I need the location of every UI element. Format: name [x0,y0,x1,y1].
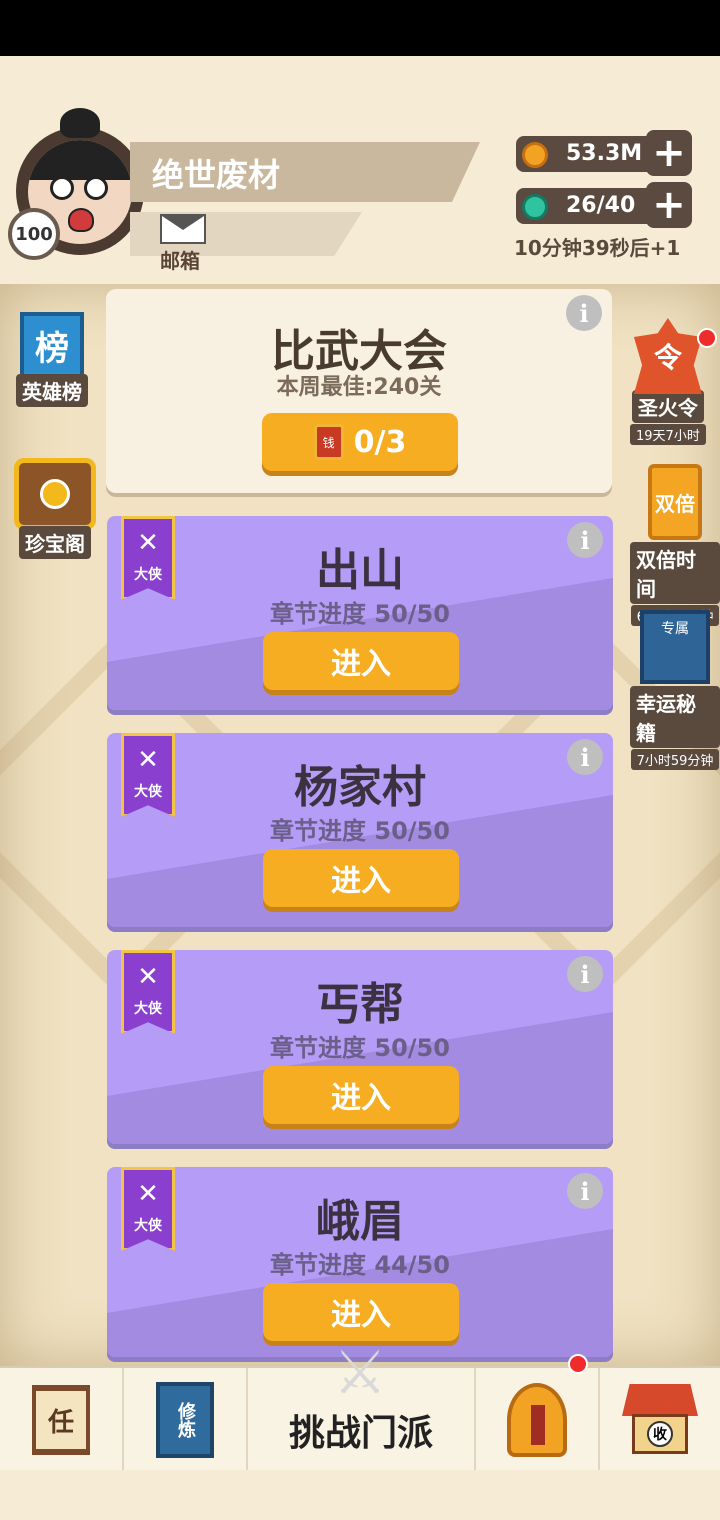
sacred-fire-icon: 令 [633,318,702,394]
stamina-regen-timer: 10分钟39秒后+1 [514,236,681,260]
pavilion-icon: 收 [622,1384,698,1456]
double-scroll-icon: 双倍 [648,464,702,540]
chapter-progress: 章节进度 50/50 [270,817,450,845]
treasure-pavilion-label: 珍宝阁 [19,526,91,559]
lucky-secret-button[interactable]: 专属 幸运秘籍 7小时59分钟 [630,610,720,770]
stamina-gem-icon [522,194,548,220]
ranking-banner-icon: 榜 [20,312,84,378]
chapter-card: ✕ 大侠 i 出山 章节进度 50/50 进入 [107,516,613,710]
chapter-progress: 章节进度 50/50 [270,600,450,628]
hero-ranking-label: 英雄榜 [16,374,88,407]
secret-book-icon: 专属 [640,610,710,684]
chapter-title: 出山 [316,545,404,596]
cultivation-book-icon: 修炼 [156,1382,214,1458]
add-stamina-button[interactable]: + [646,182,692,228]
tournament-card: i 比武大会 本周最佳:240关 钱 0/3 [106,289,612,493]
nav-collect[interactable]: 收 [600,1368,720,1472]
hero-ranking-button[interactable]: 榜 英雄榜 [16,312,88,407]
enter-button[interactable]: 进入 [263,849,459,907]
sacred-fire-button[interactable]: 令 圣火令 19天7小时 [630,318,706,445]
chapter-progress: 章节进度 50/50 [270,1034,450,1062]
chapter-card: ✕ 大侠 i 杨家村 章节进度 50/50 进入 [107,733,613,927]
chapter-card: ✕ 大侠 i 峨眉 章节进度 44/50 进入 [107,1167,613,1357]
notification-dot [697,328,717,348]
ticket-icon: 钱 [313,424,344,460]
helmet-icon [507,1383,567,1457]
notification-dot [568,1354,588,1374]
chapter-progress: 章节进度 44/50 [270,1251,450,1279]
chapter-card: ✕ 大侠 i 丐帮 章节进度 50/50 进入 [107,950,613,1144]
tournament-ticket-button[interactable]: 钱 0/3 [262,413,458,471]
mail-label[interactable]: 邮箱 [160,245,200,274]
chapter-title: 丐帮 [316,979,404,1030]
nav-equipment[interactable] [476,1368,600,1472]
chapter-title: 峨眉 [316,1196,404,1247]
nav-cultivate[interactable]: 修炼 [124,1368,248,1472]
challenge-sect-label: 挑战门派 [288,1413,433,1454]
enter-button[interactable]: 进入 [263,632,459,690]
ticket-count: 0/3 [353,424,407,460]
add-coins-button[interactable]: + [646,130,692,176]
player-name: 绝世废材 [152,156,281,194]
treasure-chest-icon [14,458,96,530]
mail-icon[interactable] [160,214,206,244]
lucky-secret-label: 幸运秘籍 [630,686,720,748]
nav-tasks[interactable]: 任 [0,1368,124,1472]
enter-button[interactable]: 进入 [263,1283,459,1341]
lucky-secret-timer: 7小时59分钟 [630,749,720,770]
crossed-swords-icon: ⚔ [333,1338,387,1408]
stamina-amount: 26/40 [566,193,636,218]
double-time-label: 双倍时间 [630,542,720,604]
task-scroll-icon: 任 [32,1385,90,1455]
sacred-fire-label: 圣火令 [631,390,704,423]
treasure-pavilion-button[interactable]: 珍宝阁 [14,458,96,559]
level-badge: 100 [8,208,60,260]
collect-label: 收 [647,1421,673,1447]
bottom-safe-area [0,1470,720,1520]
status-bar [0,0,720,56]
double-time-button[interactable]: 双倍 双倍时间 6小时44分钟 [630,464,720,626]
topknot-hair [60,108,100,138]
tournament-best: 本周最佳:240关 [276,375,442,400]
sacred-fire-timer: 19天7小时 [630,424,706,445]
coin-amount: 53.3M [566,141,643,166]
chapter-title: 杨家村 [294,762,426,813]
enter-button[interactable]: 进入 [263,1066,459,1124]
coin-icon [522,142,548,168]
